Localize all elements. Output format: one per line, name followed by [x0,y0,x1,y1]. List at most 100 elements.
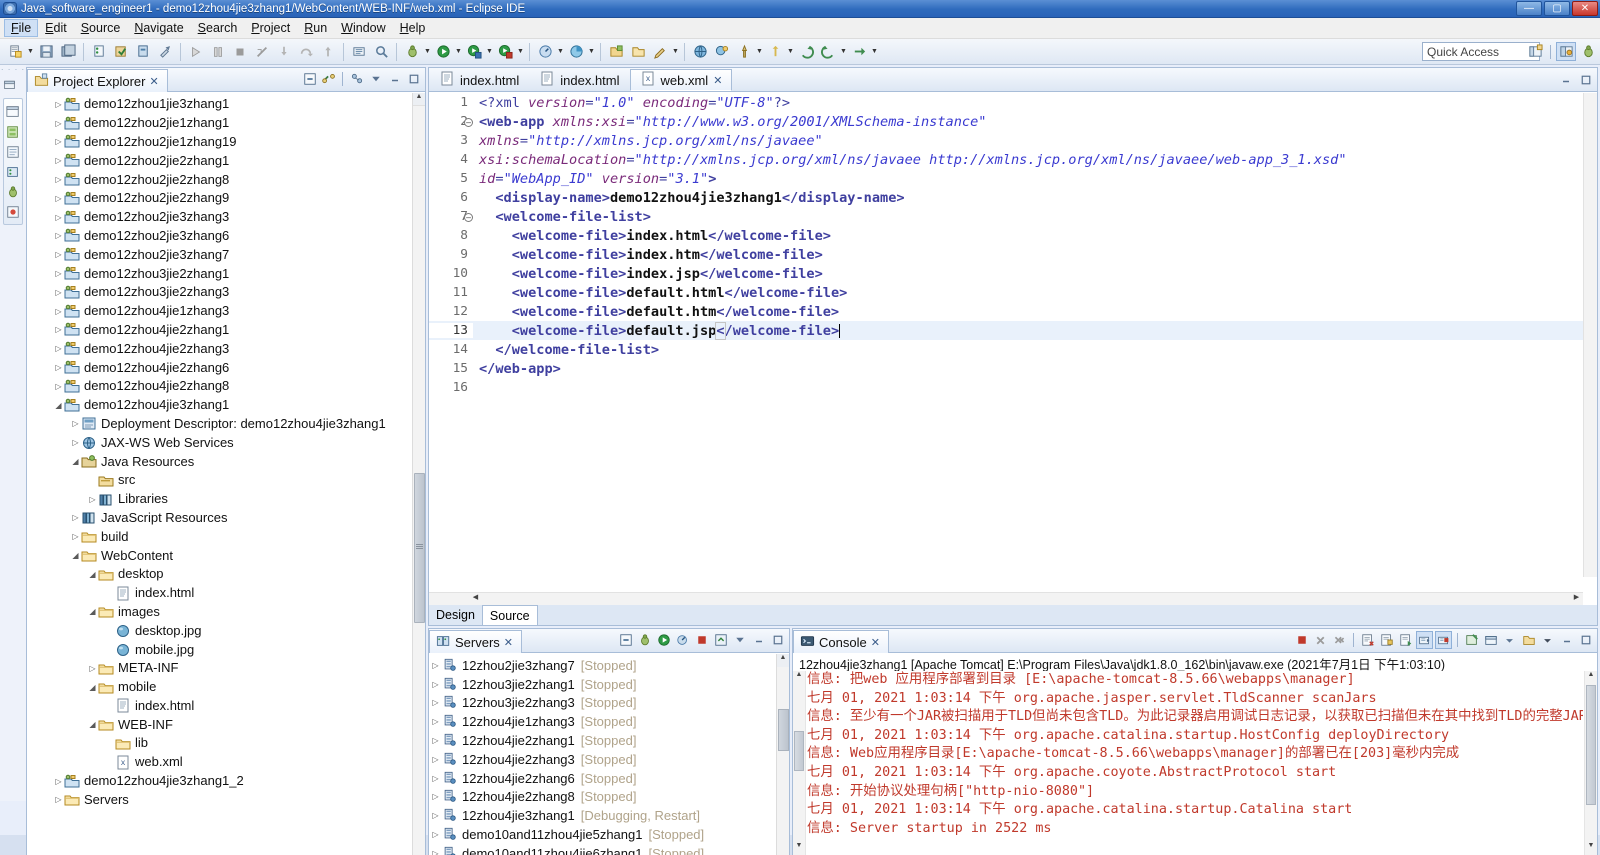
code-line[interactable]: 7– <welcome-file-list> [429,207,1583,226]
project-tree[interactable]: ▷ demo12zhou1jie3zhang1 ▷ demo12zhou2jie1zh… [27,93,412,855]
tree-item[interactable]: index.html [27,697,412,716]
menu-item-project[interactable]: Project [244,19,297,37]
editor-horizontal-scrollbar[interactable]: ◀ ▶ [429,592,1583,605]
edit-dropdown-arrow[interactable]: ▼ [671,48,680,55]
code-line[interactable]: 12 <welcome-file>default.htm</welcome-fi… [429,302,1583,321]
close-icon[interactable]: ✕ [871,636,880,649]
expand-arrow-icon[interactable]: ▷ [53,288,64,297]
maximize-view-icon[interactable] [769,631,786,649]
code-line[interactable]: 5 id="WebApp_ID" version="3.1"> [429,169,1583,188]
tree-item[interactable]: ▷ demo12zhou4jie2zhang1 [27,321,412,340]
profile-icon[interactable] [535,42,555,62]
code-line[interactable]: 3 xmlns="http://xmlns.jcp.org/xml/ns/java… [429,131,1583,150]
tree-item[interactable]: desktop.jpg [27,621,412,640]
tree-item[interactable]: ▷ demo12zhou2jie1zhang1 [27,114,412,133]
expand-arrow-icon[interactable]: ▷ [53,307,64,316]
view-menu-filter-icon[interactable] [348,70,365,88]
expand-arrow-icon[interactable]: ▷ [429,755,442,764]
expand-arrow-icon[interactable]: ▷ [53,795,64,804]
collapse-arrow-icon[interactable]: ◢ [87,720,98,729]
tree-item[interactable]: ▷ demo12zhou2jie2zhang8 [27,170,412,189]
editor-tab-1[interactable]: index.html [529,69,629,91]
forward-history-icon[interactable] [818,42,838,62]
editor-bottom-tab-source[interactable]: Source [481,605,538,625]
collapse-arrow-icon[interactable]: ◢ [87,607,98,616]
server-row[interactable]: ▷ demo10and11zhou4jie5zhang1 [Stopped] [429,825,776,844]
globe-icon[interactable] [690,42,710,62]
scroll-up-icon[interactable]: ▲ [777,654,789,667]
console-menu-arrow[interactable] [1539,631,1556,649]
tree-item[interactable]: ▷ demo12zhou2jie2zhang9 [27,189,412,208]
expand-arrow-icon[interactable]: ▷ [53,100,64,109]
server-row[interactable]: ▷ 12zhou3jie2zhang1 [Stopped] [429,675,776,694]
scroll-up-icon[interactable]: ▲ [793,671,805,684]
open-console-menu-icon[interactable] [1520,631,1537,649]
tree-item[interactable]: ◢ mobile [27,678,412,697]
tree-item[interactable]: ▷ demo12zhou4jie2zhang6 [27,358,412,377]
tree-item[interactable]: ▷ Servers [27,790,412,809]
run-dropdown-arrow[interactable]: ▼ [454,48,463,55]
open-console-icon[interactable] [1463,631,1480,649]
expand-arrow-icon[interactable]: ▷ [53,777,64,786]
link-with-editor-icon[interactable] [320,70,337,88]
scrollbar-thumb[interactable] [794,731,804,771]
tree-item[interactable]: ▷ demo12zhou4jie2zhang3 [27,339,412,358]
server-row[interactable]: ▷ 12zhou4jie2zhang1 [Stopped] [429,731,776,750]
tree-item[interactable]: ▷ JavaScript Resources [27,509,412,528]
servers-scrollbar[interactable]: ▲ ▼ [776,654,789,855]
editor-vertical-scrollbar[interactable] [1583,93,1597,577]
close-button[interactable]: ✕ [1572,1,1598,16]
project-explorer-fastview-icon[interactable] [4,102,22,121]
menu-item-run[interactable]: Run [297,19,334,37]
coverage-dropdown-arrow[interactable]: ▼ [587,48,596,55]
display-selected-console-icon[interactable] [1435,631,1452,649]
quick-access-input[interactable]: Quick Access [1422,42,1540,61]
scroll-down-icon[interactable]: ▼ [1585,842,1597,855]
back-dropdown-arrow[interactable]: ▼ [839,48,848,55]
clear-console-icon[interactable] [1359,631,1376,649]
expand-arrow-icon[interactable]: ▷ [429,830,442,839]
tree-item[interactable]: ▷ demo12zhou4jie2zhang8 [27,377,412,396]
tree-item[interactable]: ▷ Libraries [27,490,412,509]
server-row[interactable]: ▷ 12zhou4jie2zhang6 [Stopped] [429,769,776,788]
code-line[interactable]: 11 <welcome-file>default.html</welcome-f… [429,283,1583,302]
expand-arrow-icon[interactable]: ▷ [70,419,81,428]
expand-arrow-icon[interactable]: ▷ [53,269,64,278]
collapse-all-icon[interactable] [617,631,634,649]
expand-arrow-icon[interactable]: ▷ [53,156,64,165]
collapse-arrow-icon[interactable]: ◢ [70,457,81,466]
close-icon[interactable]: ✕ [149,75,158,88]
editor-tab-2[interactable]: x web.xml ✕ [629,69,733,91]
scroll-up-icon[interactable]: ▲ [413,93,425,106]
maximize-view-icon[interactable] [1577,631,1594,649]
expand-arrow-icon[interactable]: ▷ [429,736,442,745]
collapse-arrow-icon[interactable]: ◢ [87,570,98,579]
user-globe-icon[interactable] [712,42,732,62]
tree-item[interactable]: ◢ desktop [27,565,412,584]
code-line[interactable]: 8 <welcome-file>index.html</welcome-file… [429,226,1583,245]
tree-item[interactable]: ▷ demo12zhou2jie3zhang3 [27,208,412,227]
expand-arrow-icon[interactable]: ▷ [53,382,64,391]
server-row[interactable]: ▷ 12zhou4jie3zhang1 [Debugging, Restart] [429,806,776,825]
expand-arrow-icon[interactable]: ▷ [429,698,442,707]
scroll-right-icon[interactable]: ▶ [1570,593,1583,605]
menu-item-search[interactable]: Search [191,19,245,37]
expand-arrow-icon[interactable]: ▷ [70,438,81,447]
tab-servers[interactable]: Servers ✕ [429,630,523,653]
deploy-icon[interactable] [111,42,131,62]
tree-item[interactable]: ◢ Java Resources [27,452,412,471]
console-output[interactable]: 信息: 把web 应用程序部署到目录 [E:\apache-tomcat-8.5… [807,671,1583,855]
run-on-server-icon[interactable] [464,42,484,62]
debug-on-server-dropdown-arrow[interactable]: ▼ [516,48,525,55]
tree-item[interactable]: ▷ demo12zhou1jie3zhang1 [27,95,412,114]
stop-server-icon[interactable] [693,631,710,649]
new-icon[interactable] [5,42,25,62]
scrollbar-thumb[interactable] [778,709,789,751]
code-line[interactable]: 6 <display-name>demo12zhou4jie3zhang1</d… [429,188,1583,207]
coverage-icon[interactable] [566,42,586,62]
console-dropdown-arrow[interactable] [1501,631,1518,649]
expand-arrow-icon[interactable]: ▷ [53,213,64,222]
code-line[interactable]: 15 </web-app> [429,359,1583,378]
tree-item[interactable]: ▷ demo12zhou2jie3zhang7 [27,245,412,264]
tree-item[interactable]: ▷ Deployment Descriptor: demo12zhou4jie3z… [27,415,412,434]
